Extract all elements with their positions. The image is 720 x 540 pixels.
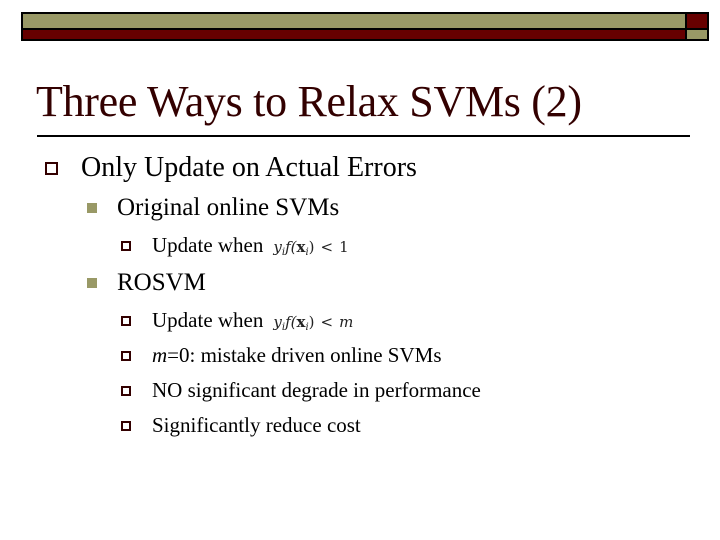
math-expression: yif(xi) <1 <box>273 237 349 258</box>
banner-olive-bar <box>23 14 685 28</box>
hollow-square-bullet-icon <box>121 350 131 361</box>
math-f: f( <box>285 312 297 331</box>
emphasis-variable: m <box>152 343 168 367</box>
banner-maroon-bar <box>23 30 685 39</box>
bullet-item-level3: Significantly reduce cost <box>121 413 361 438</box>
math-close-paren: ) <box>308 237 315 256</box>
math-relation: < <box>320 312 334 331</box>
bullet-item-level1: Only Update on Actual Errors <box>45 152 417 184</box>
hollow-square-bullet-icon <box>121 385 131 396</box>
bullet-item-level2: ROSVM <box>87 269 206 297</box>
bullet-text: Update when <box>152 233 264 257</box>
math-expression: yif(xi) < m <box>273 312 354 333</box>
bullet-text: Significantly reduce cost <box>152 413 361 437</box>
filled-square-bullet-icon <box>87 203 97 213</box>
bullet-text: ROSVM <box>117 269 206 296</box>
math-rhs: m <box>339 312 354 331</box>
bullet-text: Only Update on Actual Errors <box>81 152 417 183</box>
math-relation: < <box>320 237 334 256</box>
bullet-item-level3: Update when yif(xi) < m <box>121 308 353 333</box>
title-underline <box>37 135 690 137</box>
math-f: f( <box>285 237 297 256</box>
math-y: y <box>273 312 282 331</box>
math-y-subscript: i <box>281 246 286 258</box>
banner-maroon-square <box>687 14 707 28</box>
math-y-subscript: i <box>281 321 286 333</box>
bullet-item-level3: NO significant degrade in performance <box>121 378 481 403</box>
bullet-item-level3: Update when yif(xi) <1 <box>121 233 349 258</box>
math-x-subscript: i <box>305 246 309 258</box>
math-rhs: 1 <box>339 237 349 256</box>
slide-title: Three Ways to Relax SVMs (2) <box>36 77 582 126</box>
hollow-square-bullet-icon <box>121 315 131 326</box>
math-close-paren: ) <box>308 312 315 331</box>
math-y: y <box>273 237 282 256</box>
bullet-item-level2: Original online SVMs <box>87 194 339 222</box>
bullet-item-level3: m=0: mistake driven online SVMs <box>121 343 442 368</box>
bullet-text: Update when <box>152 308 264 332</box>
hollow-square-bullet-icon <box>45 161 58 175</box>
filled-square-bullet-icon <box>87 278 97 288</box>
math-x-subscript: i <box>305 321 309 333</box>
header-banner <box>21 12 709 41</box>
bullet-text: Original online SVMs <box>117 194 340 221</box>
hollow-square-bullet-icon <box>121 420 131 431</box>
banner-olive-square <box>687 30 707 39</box>
bullet-text-rest: =0: mistake driven online SVMs <box>167 343 442 367</box>
bullet-text: NO significant degrade in performance <box>152 378 481 402</box>
hollow-square-bullet-icon <box>121 240 131 251</box>
bullet-text: m=0: mistake driven online SVMs <box>152 343 442 368</box>
